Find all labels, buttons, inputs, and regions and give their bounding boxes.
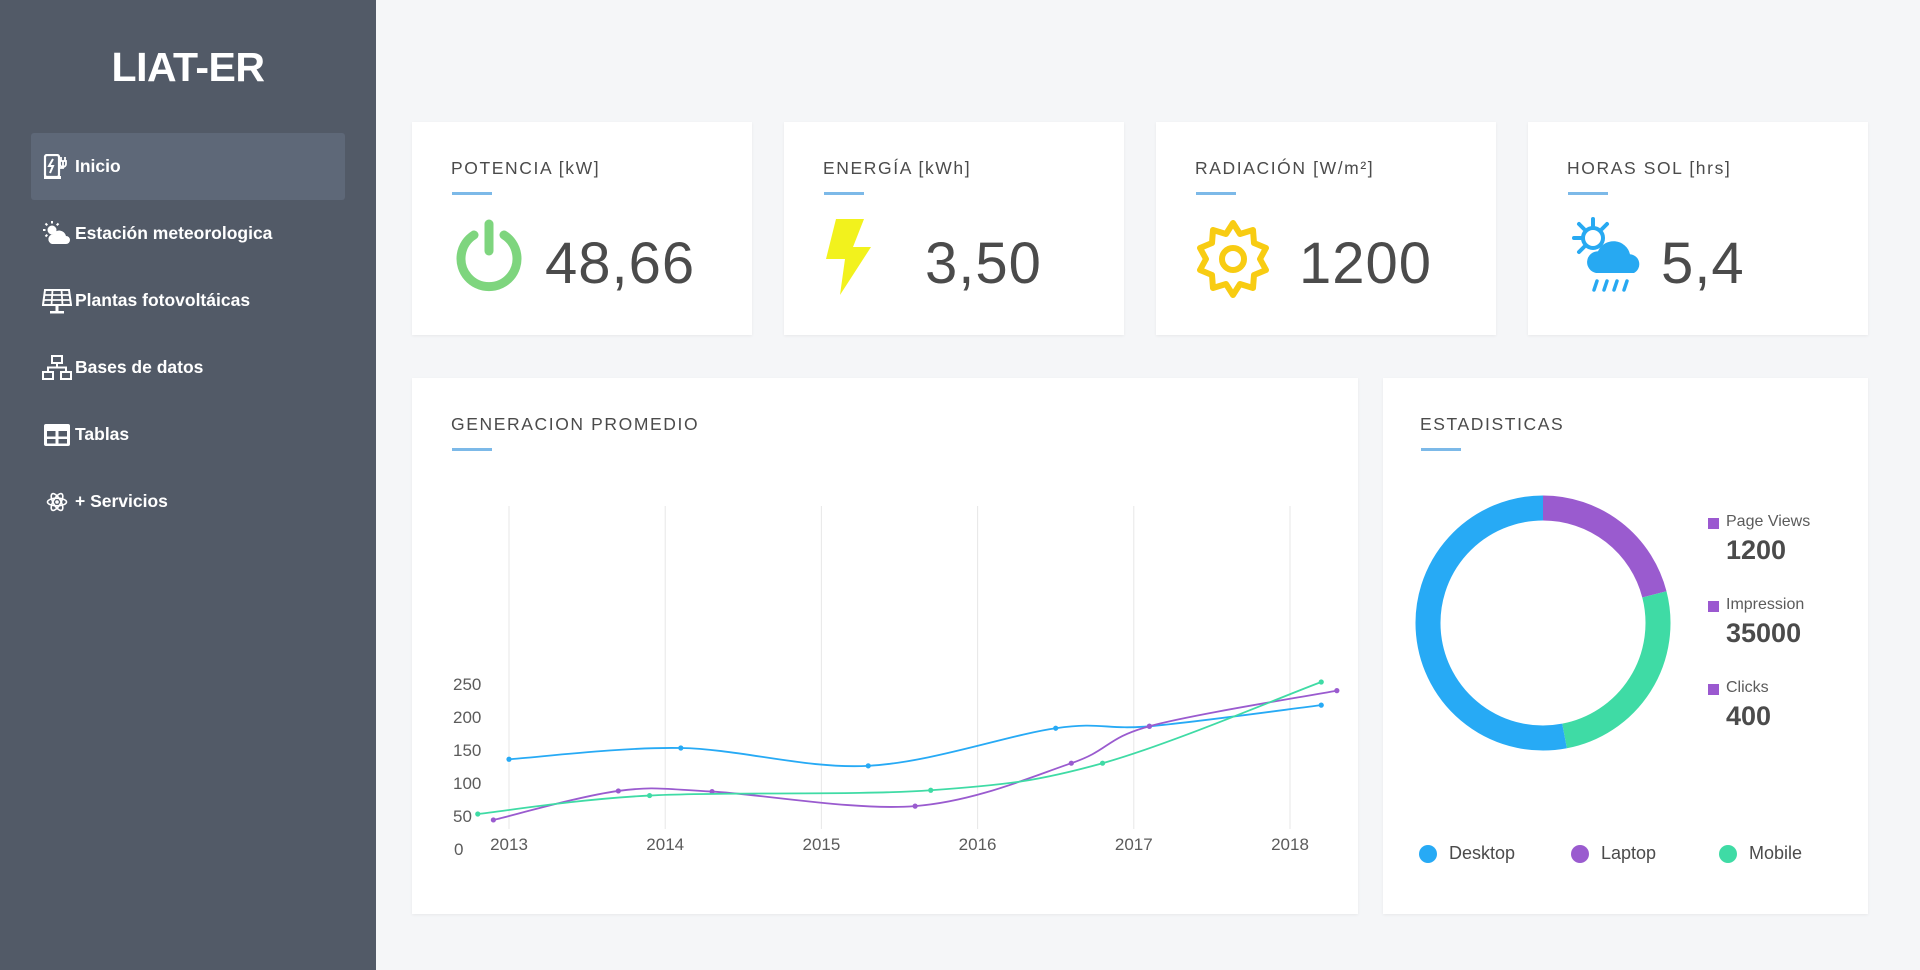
weather-icon xyxy=(41,220,73,248)
sidebar-item-label: Bases de datos xyxy=(75,357,204,377)
metric-label: Clicks xyxy=(1726,679,1769,696)
line-chart: 2013 2014 2015 2016 2017 2018 0 50 100 150 200 250 xyxy=(453,506,1340,859)
stat-value: 1200 xyxy=(1299,231,1433,296)
data-point[interactable] xyxy=(475,811,481,817)
data-point[interactable] xyxy=(646,792,653,799)
donut-slice-mobile[interactable] xyxy=(1561,591,1671,749)
data-point[interactable] xyxy=(506,756,512,762)
series-line xyxy=(477,681,1322,815)
metric-marker xyxy=(1708,601,1719,612)
ev-charger-icon xyxy=(41,153,73,181)
donut-slice-desktop[interactable] xyxy=(1415,495,1567,751)
card-title: ENERGÍA [kWh] xyxy=(823,158,972,178)
sun-cloud-rain-icon xyxy=(1566,217,1652,302)
sidebar-nav: Inicio Estación meteorologica Plantas fo… xyxy=(31,133,345,535)
sidebar: LIAT-ER Inicio Estación meteorologica Pl… xyxy=(0,0,376,970)
y-tick-label: 200 xyxy=(453,708,481,727)
metric-marker xyxy=(1708,518,1719,529)
title-underline xyxy=(452,192,492,195)
line-chart-card: GENERACION PROMEDIO 2013 2014 2015 2016 2017… xyxy=(412,378,1358,914)
y-tick-label: 100 xyxy=(453,774,481,793)
legend-dot xyxy=(1571,844,1589,863)
data-point[interactable] xyxy=(490,817,496,823)
solar-panel-icon xyxy=(41,287,73,315)
series-line xyxy=(493,689,1338,821)
data-point[interactable] xyxy=(1099,760,1106,766)
data-point[interactable] xyxy=(1318,679,1324,685)
data-point[interactable] xyxy=(1318,702,1324,708)
sidebar-item-inicio[interactable]: Inicio xyxy=(31,133,345,200)
data-point[interactable] xyxy=(865,763,871,769)
metric-label: Page Views xyxy=(1726,513,1811,530)
y-tick-label: 50 xyxy=(453,807,472,826)
data-point[interactable] xyxy=(678,745,684,751)
legend-label: Mobile xyxy=(1749,843,1803,863)
legend-dot xyxy=(1719,844,1737,863)
title-underline xyxy=(1421,448,1461,451)
x-tick-label: 2016 xyxy=(959,835,997,854)
x-tick-label: 2018 xyxy=(1271,835,1309,854)
metric-label: Impression xyxy=(1726,596,1805,613)
stat-value: 3,50 xyxy=(925,231,1042,296)
sidebar-item-label: + Servicios xyxy=(75,491,168,511)
card-title: POTENCIA [kW] xyxy=(451,158,601,178)
metric-value: 400 xyxy=(1726,701,1772,731)
card-title: RADIACIÓN [W/m²] xyxy=(1195,158,1375,178)
y-tick-label: 250 xyxy=(453,675,481,694)
stat-card-horas-sol: HORAS SOL [hrs] 5,4 xyxy=(1528,122,1868,335)
data-point[interactable] xyxy=(928,787,934,793)
sidebar-item-label: Tablas xyxy=(75,424,130,444)
legend-item-mobile: Mobile xyxy=(1719,843,1802,864)
y-tick-label: 150 xyxy=(453,741,481,760)
atom-icon xyxy=(41,488,73,516)
title-underline xyxy=(1196,192,1236,195)
legend-dot xyxy=(1419,844,1437,863)
metric-value: 1200 xyxy=(1726,535,1787,565)
x-tick-label: 2013 xyxy=(490,835,528,854)
y-tick-label: 0 xyxy=(454,840,463,859)
card-title: ESTADISTICAS xyxy=(1420,414,1565,434)
data-point[interactable] xyxy=(1334,688,1340,694)
metric-value: 35000 xyxy=(1726,618,1802,648)
data-point[interactable] xyxy=(615,788,621,794)
title-underline xyxy=(824,192,864,195)
data-point[interactable] xyxy=(1068,760,1074,766)
lightning-icon xyxy=(822,217,874,304)
app-logo: LIAT-ER xyxy=(111,44,265,90)
sidebar-item-label: Plantas fotovoltáicas xyxy=(75,290,251,310)
data-point[interactable] xyxy=(1053,725,1059,731)
donut-slice-laptop[interactable] xyxy=(1542,495,1667,598)
network-icon xyxy=(41,354,73,382)
stat-card-radiacion: RADIACIÓN [W/m²] 1200 xyxy=(1156,122,1496,335)
title-underline xyxy=(1568,192,1608,195)
sidebar-item-estacion[interactable]: Estación meteorologica xyxy=(31,200,345,267)
x-tick-label: 2017 xyxy=(1115,835,1153,854)
table-icon xyxy=(41,421,73,449)
donut-chart-card: ESTADISTICAS Page Views 1200 Impression … xyxy=(1383,378,1868,914)
legend-item-laptop: Laptop xyxy=(1571,843,1656,864)
x-tick-label: 2014 xyxy=(646,835,684,854)
donut-chart xyxy=(1415,495,1671,751)
metric-marker xyxy=(1708,684,1719,695)
series-line xyxy=(508,704,1322,768)
sidebar-item-label: Estación meteorologica xyxy=(75,223,273,243)
card-title: HORAS SOL [hrs] xyxy=(1567,158,1732,178)
x-tick-label: 2015 xyxy=(802,835,840,854)
sidebar-item-servicios[interactable]: + Servicios xyxy=(31,468,345,535)
stat-card-potencia: POTENCIA [kW] 48,66 xyxy=(412,122,752,335)
sidebar-item-tablas[interactable]: Tablas xyxy=(31,401,345,468)
legend-label: Desktop xyxy=(1449,843,1516,863)
sun-icon xyxy=(1194,220,1272,303)
data-point[interactable] xyxy=(912,803,918,809)
legend-item-desktop: Desktop xyxy=(1419,843,1515,864)
legend-label: Laptop xyxy=(1601,843,1657,863)
sidebar-item-label: Inicio xyxy=(75,156,121,176)
stat-value: 5,4 xyxy=(1661,231,1745,296)
stat-value: 48,66 xyxy=(545,231,696,296)
data-point[interactable] xyxy=(1146,723,1153,729)
stat-card-energia: ENERGÍA [kWh] 3,50 xyxy=(784,122,1124,335)
sidebar-item-bases[interactable]: Bases de datos xyxy=(31,334,345,401)
power-icon xyxy=(450,216,528,301)
sidebar-item-plantas[interactable]: Plantas fotovoltáicas xyxy=(31,267,345,334)
